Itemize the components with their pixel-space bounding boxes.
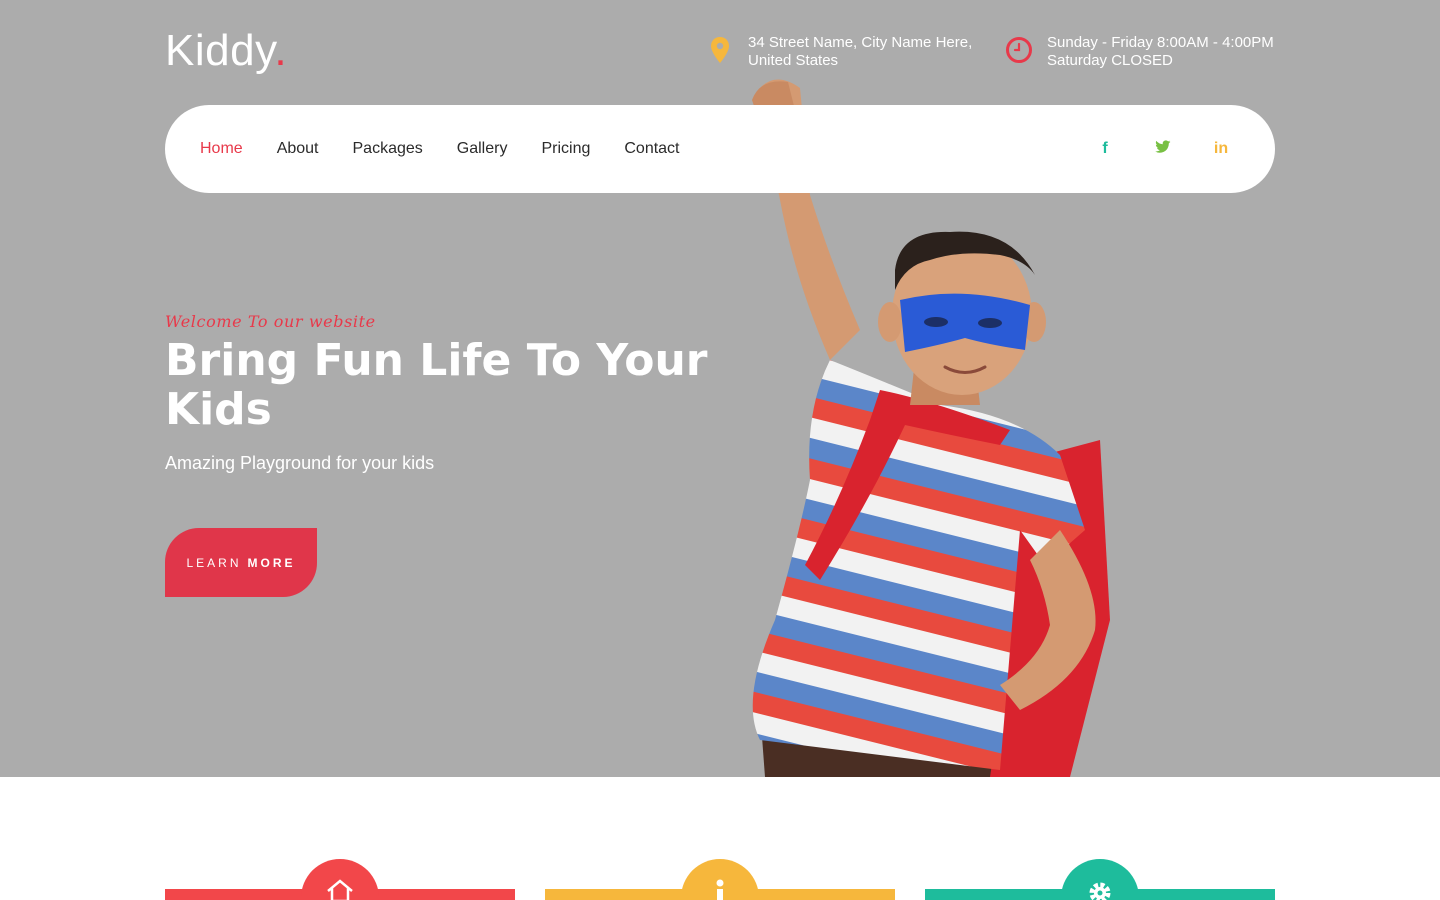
linkedin-icon[interactable]: in [1212, 140, 1230, 159]
feature-card-settings[interactable] [925, 859, 1275, 900]
hero-headline: Bring Fun Life To Your Kids [165, 335, 708, 435]
twitter-icon[interactable] [1154, 139, 1172, 159]
hero-subtitle: Amazing Playground for your kids [165, 453, 435, 473]
nav-item-pricing[interactable]: Pricing [541, 140, 590, 158]
gear-icon [1089, 882, 1111, 900]
home-icon [327, 879, 353, 900]
social-links: f in [1096, 140, 1230, 159]
nav-item-contact[interactable]: Contact [624, 140, 679, 158]
welcome-tagline: Welcome To our website [165, 312, 376, 331]
nav-menu: Home About Packages Gallery Pricing Cont… [200, 140, 680, 158]
learn-more-button[interactable]: LEARN MORE [165, 528, 317, 597]
facebook-icon[interactable]: f [1096, 140, 1114, 159]
feature-circle [681, 859, 759, 900]
hours-line-1: Sunday - Friday 8:00AM - 4:00PM [1047, 34, 1274, 51]
nav-item-gallery[interactable]: Gallery [457, 140, 508, 158]
nav-item-packages[interactable]: Packages [353, 140, 423, 158]
feature-card-info[interactable] [545, 859, 895, 900]
hero-section: Kiddy. 34 Street Name, City Name Here, U… [0, 0, 1440, 777]
nav-item-about[interactable]: About [277, 140, 319, 158]
logo[interactable]: Kiddy. [165, 26, 287, 76]
address-line-1: 34 Street Name, City Name Here, [748, 34, 973, 51]
feature-card-home[interactable] [165, 859, 515, 900]
feature-circle [1061, 859, 1139, 900]
info-icon [716, 879, 724, 900]
feature-circle [301, 859, 379, 900]
main-nav: Home About Packages Gallery Pricing Cont… [165, 105, 1275, 193]
nav-item-home[interactable]: Home [200, 140, 243, 158]
